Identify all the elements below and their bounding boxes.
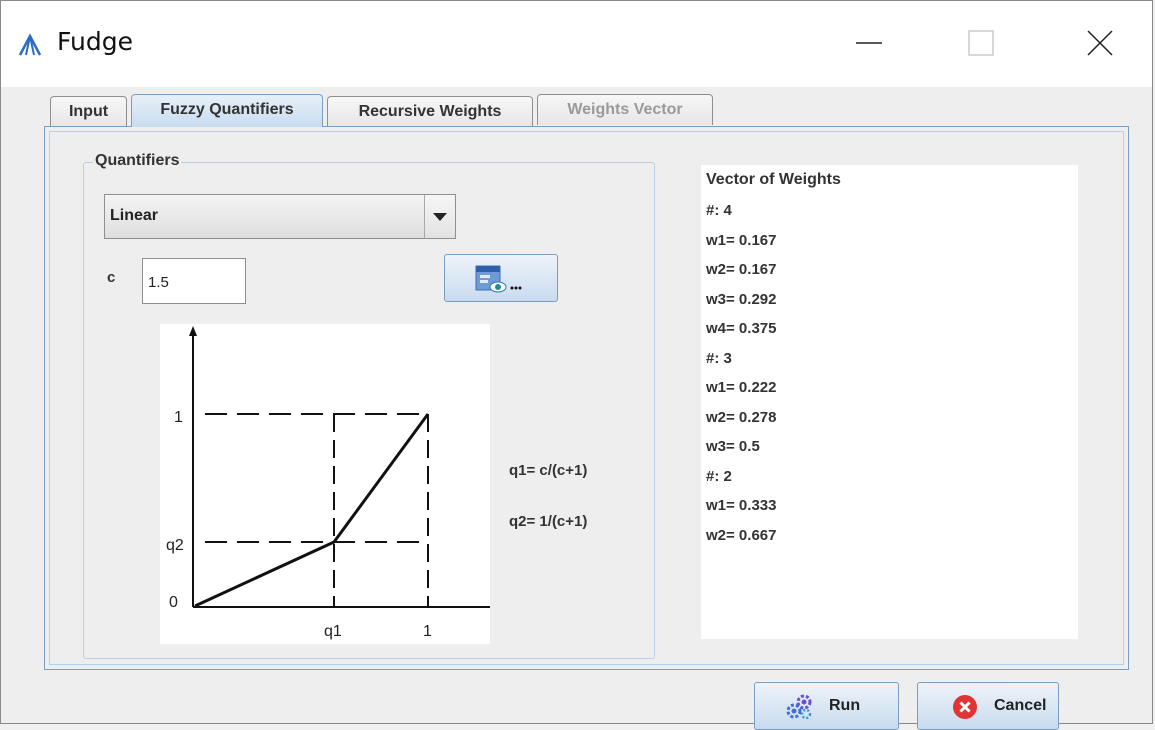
weights-line: w2= 0.278 bbox=[706, 409, 777, 426]
quantifier-selected-value: Linear bbox=[110, 207, 159, 224]
weights-line: #: 2 bbox=[706, 468, 732, 485]
title-bar: Fudge bbox=[1, 1, 1152, 87]
quantifier-type-select[interactable]: Linear bbox=[104, 194, 456, 239]
y-axis-arrow bbox=[189, 326, 197, 336]
run-gears-icon bbox=[786, 694, 812, 720]
c-parameter-input[interactable] bbox=[142, 258, 246, 304]
weights-line: #: 3 bbox=[706, 350, 732, 367]
window-title: Fudge bbox=[57, 27, 133, 56]
tab-weights-vector-label: Weights Vector bbox=[567, 101, 683, 118]
x-label-q1: q1 bbox=[324, 623, 342, 640]
preview-window-icon bbox=[475, 265, 522, 293]
chevron-down-icon[interactable] bbox=[424, 195, 455, 238]
tab-fuzzy-quantifiers[interactable]: Fuzzy Quantifiers bbox=[131, 94, 323, 127]
cancel-button[interactable]: Cancel bbox=[917, 682, 1059, 730]
quantifier-curve bbox=[194, 413, 430, 608]
tab-recursive-weights-label: Recursive Weights bbox=[358, 103, 502, 120]
weights-output-area: Vector of Weights #: 4 w1= 0.167 w2= 0.1… bbox=[701, 165, 1078, 639]
weights-line: w1= 0.222 bbox=[706, 379, 777, 396]
weights-line: w1= 0.333 bbox=[706, 497, 777, 514]
tab-input[interactable]: Input bbox=[50, 96, 127, 127]
maximize-button[interactable] bbox=[956, 23, 1002, 63]
quantifier-plot-svg: 1 q2 0 q1 1 bbox=[166, 326, 490, 640]
quantifier-plot: 1 q2 0 q1 1 bbox=[160, 324, 490, 644]
weights-line: w4= 0.375 bbox=[706, 320, 777, 337]
cancel-button-label: Cancel bbox=[994, 697, 1047, 714]
weights-line: w1= 0.167 bbox=[706, 232, 777, 249]
weights-line: w2= 0.667 bbox=[706, 527, 777, 544]
q1-formula: q1= c/(c+1) bbox=[509, 462, 588, 479]
run-button[interactable]: Run bbox=[754, 682, 899, 730]
weights-line: #: 4 bbox=[706, 202, 732, 219]
y-label-zero: 0 bbox=[169, 594, 178, 611]
quantifiers-legend: Quantifiers bbox=[93, 152, 182, 170]
weights-line: w3= 0.292 bbox=[706, 291, 777, 308]
x-label-one: 1 bbox=[423, 623, 432, 640]
weights-line: w2= 0.167 bbox=[706, 261, 777, 278]
app-logo-icon bbox=[18, 33, 42, 56]
y-label-one: 1 bbox=[174, 409, 183, 426]
minimize-button[interactable] bbox=[846, 23, 892, 63]
tab-input-label: Input bbox=[68, 103, 109, 120]
tab-recursive-weights[interactable]: Recursive Weights bbox=[327, 96, 533, 127]
tab-fuzzy-quantifiers-label: Fuzzy Quantifiers bbox=[160, 101, 294, 118]
weights-title: Vector of Weights bbox=[706, 171, 841, 188]
run-button-label: Run bbox=[829, 697, 861, 714]
close-button[interactable] bbox=[1076, 23, 1122, 63]
q2-formula: q2= 1/(c+1) bbox=[509, 513, 588, 530]
app-window: Fudge Input Fuzzy Quantifiers Recursive … bbox=[0, 0, 1153, 730]
view-details-button[interactable] bbox=[444, 254, 558, 302]
cancel-x-icon bbox=[953, 695, 977, 719]
y-label-q2: q2 bbox=[166, 537, 184, 554]
weights-line: w3= 0.5 bbox=[706, 438, 760, 455]
c-parameter-label: c bbox=[107, 269, 116, 286]
tab-weights-vector[interactable]: Weights Vector bbox=[537, 94, 713, 125]
